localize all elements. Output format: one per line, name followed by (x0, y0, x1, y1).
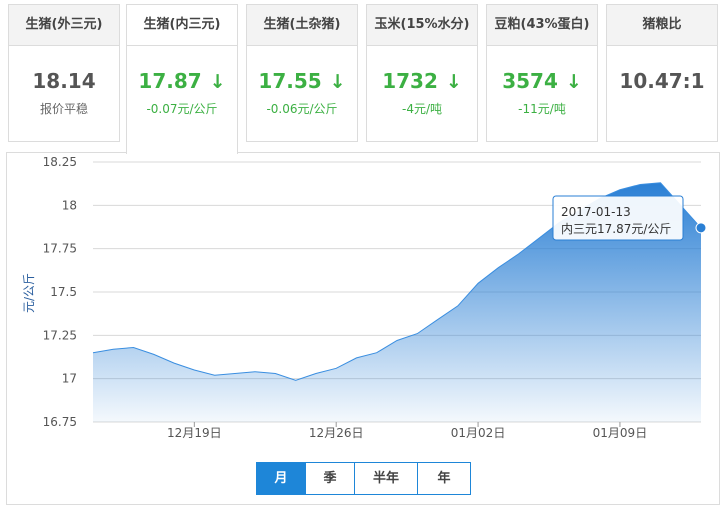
arrow-down-icon: ↓ (209, 71, 226, 93)
y-axis-label: 元/公斤 (22, 273, 36, 313)
price-area-chart[interactable]: 18.25 18 17.75 17.5 17.25 17 16.75 12月19日 12月26… (7, 153, 719, 504)
card-value: 1732 ↓ (382, 69, 462, 93)
card-title: 生猪(土杂猪) (247, 5, 357, 46)
card-change: -4元/吨 (401, 102, 442, 116)
y-tick-label: 18.25 (43, 155, 77, 169)
arrow-down-icon: ↓ (445, 71, 462, 93)
price-card-waisanyuan[interactable]: 生猪(外三元) 18.14 报价平稳 (8, 4, 120, 142)
card-change: -0.06元/公斤 (266, 102, 338, 116)
x-tick-label: 01月02日 (451, 426, 506, 440)
range-selector: 月 季 半年 年 (256, 462, 471, 495)
card-title: 生猪(外三元) (9, 5, 119, 46)
range-button-year[interactable]: 年 (418, 462, 471, 495)
price-card-corn[interactable]: 玉米(15%水分) 1732 ↓ -4元/吨 (366, 4, 478, 142)
arrow-down-icon: ↓ (329, 71, 346, 93)
price-card-pig-grain-ratio[interactable]: 猪粮比 10.47:1 (606, 4, 718, 142)
x-tick-label: 12月26日 (309, 426, 364, 440)
card-change: 报价平稳 (39, 102, 88, 116)
x-tick-label: 01月09日 (593, 426, 648, 440)
card-change: -11元/吨 (518, 102, 566, 116)
price-card-soymeal[interactable]: 豆粕(43%蛋白) 3574 ↓ -11元/吨 (486, 4, 598, 142)
price-card-tuzazhu[interactable]: 生猪(土杂猪) 17.55 ↓ -0.06元/公斤 (246, 4, 358, 142)
card-value: 10.47:1 (619, 69, 705, 93)
card-title: 豆粕(43%蛋白) (487, 5, 597, 46)
range-button-half-year[interactable]: 半年 (355, 462, 418, 495)
arrow-down-icon: ↓ (565, 71, 582, 93)
range-button-quarter[interactable]: 季 (306, 462, 355, 495)
card-value: 17.55 ↓ (258, 69, 346, 93)
card-title: 猪粮比 (607, 5, 717, 46)
card-value: 17.87 ↓ (138, 69, 226, 93)
card-title: 玉米(15%水分) (367, 5, 477, 46)
y-tick-label: 17 (62, 372, 77, 386)
y-tick-label: 17.5 (50, 285, 77, 299)
y-tick-label: 16.75 (43, 415, 77, 429)
price-card-neisanyuan[interactable]: 生猪(内三元) 17.87 ↓ -0.07元/公斤 (126, 4, 238, 154)
price-chart-panel: 18.25 18 17.75 17.5 17.25 17 16.75 12月19日 12月26… (6, 152, 720, 505)
card-value: 18.14 (32, 69, 96, 93)
tooltip-value: 内三元17.87元/公斤 (561, 222, 671, 236)
card-title: 生猪(内三元) (127, 5, 237, 46)
tooltip-date: 2017-01-13 (561, 205, 631, 219)
card-change: -0.07元/公斤 (146, 102, 218, 116)
range-button-month[interactable]: 月 (256, 462, 306, 495)
highlighted-point[interactable] (695, 222, 707, 234)
card-value: 3574 ↓ (502, 69, 582, 93)
x-tick-label: 12月19日 (167, 426, 222, 440)
y-tick-label: 18 (62, 198, 77, 212)
y-tick-label: 17.25 (43, 328, 77, 342)
y-tick-label: 17.75 (43, 242, 77, 256)
